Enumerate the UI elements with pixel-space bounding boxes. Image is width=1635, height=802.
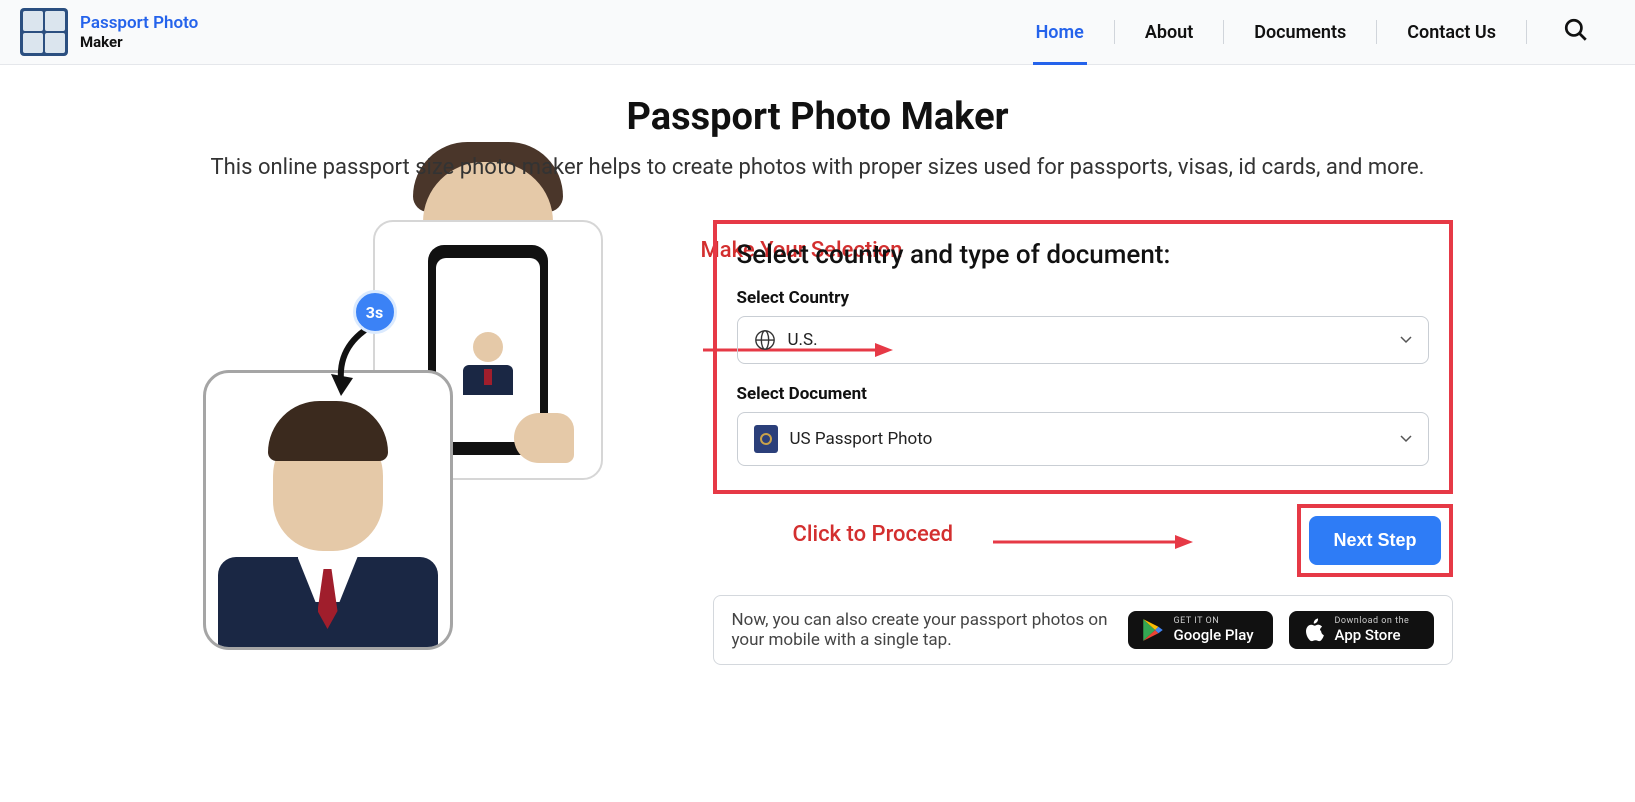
form-heading: Select country and type of document: — [737, 240, 1429, 270]
page-title: Passport Photo Maker — [16, 95, 1619, 139]
google-play-big: Google Play — [1174, 627, 1254, 644]
illustration-area: Make Your Selection 3s — [183, 220, 683, 650]
selection-form-highlight: Select country and type of document: Sel… — [713, 220, 1453, 494]
brand-block: Passport Photo Maker — [80, 13, 198, 51]
search-icon — [1563, 17, 1589, 43]
timer-badge: 3s — [353, 290, 397, 334]
main-content: Passport Photo Maker This online passpor… — [0, 65, 1635, 705]
google-play-button[interactable]: GET IT ON Google Play — [1128, 611, 1273, 649]
chevron-down-icon — [1400, 435, 1412, 443]
passport-icon — [754, 425, 778, 453]
annotation-click-proceed: Click to Proceed — [793, 522, 954, 547]
document-dropdown[interactable]: US Passport Photo — [737, 412, 1429, 466]
mobile-app-banner: Now, you can also create your passport p… — [713, 595, 1453, 665]
country-dropdown[interactable]: U.S. — [737, 316, 1429, 364]
nav-contact[interactable]: Contact Us — [1377, 12, 1526, 53]
next-button-highlight: Next Step — [1297, 504, 1452, 577]
photo-illustration: 3s — [203, 220, 633, 650]
page-description: This online passport size photo maker he… — [16, 155, 1619, 180]
apple-icon — [1301, 617, 1327, 643]
brand-title: Passport Photo — [80, 13, 198, 33]
document-label: Select Document — [737, 384, 1429, 404]
arrow-right-icon — [993, 532, 1193, 552]
search-button[interactable] — [1557, 11, 1595, 53]
form-area: Select country and type of document: Sel… — [713, 220, 1453, 665]
globe-icon — [754, 329, 776, 351]
nav-about[interactable]: About — [1115, 12, 1223, 53]
next-step-button[interactable]: Next Step — [1309, 516, 1440, 565]
document-value: US Passport Photo — [790, 429, 1412, 449]
app-banner-text: Now, you can also create your passport p… — [732, 610, 1112, 650]
google-play-icon — [1140, 617, 1166, 643]
nav-home[interactable]: Home — [1006, 12, 1114, 53]
next-step-row: Click to Proceed Next Step — [713, 504, 1453, 577]
chevron-down-icon — [1400, 336, 1412, 344]
app-store-button[interactable]: Download on the App Store — [1289, 611, 1434, 649]
main-nav: Home About Documents Contact Us — [1006, 11, 1615, 53]
country-label: Select Country — [737, 288, 1429, 308]
result-photo-image — [203, 370, 453, 650]
header: Passport Photo Maker Home About Document… — [0, 0, 1635, 65]
brand-subtitle: Maker — [80, 33, 198, 51]
app-logo[interactable] — [20, 8, 68, 56]
content-row: Make Your Selection 3s — [16, 220, 1619, 665]
app-store-big: App Store — [1335, 627, 1410, 644]
country-value: U.S. — [788, 330, 1412, 350]
nav-documents[interactable]: Documents — [1224, 12, 1376, 53]
